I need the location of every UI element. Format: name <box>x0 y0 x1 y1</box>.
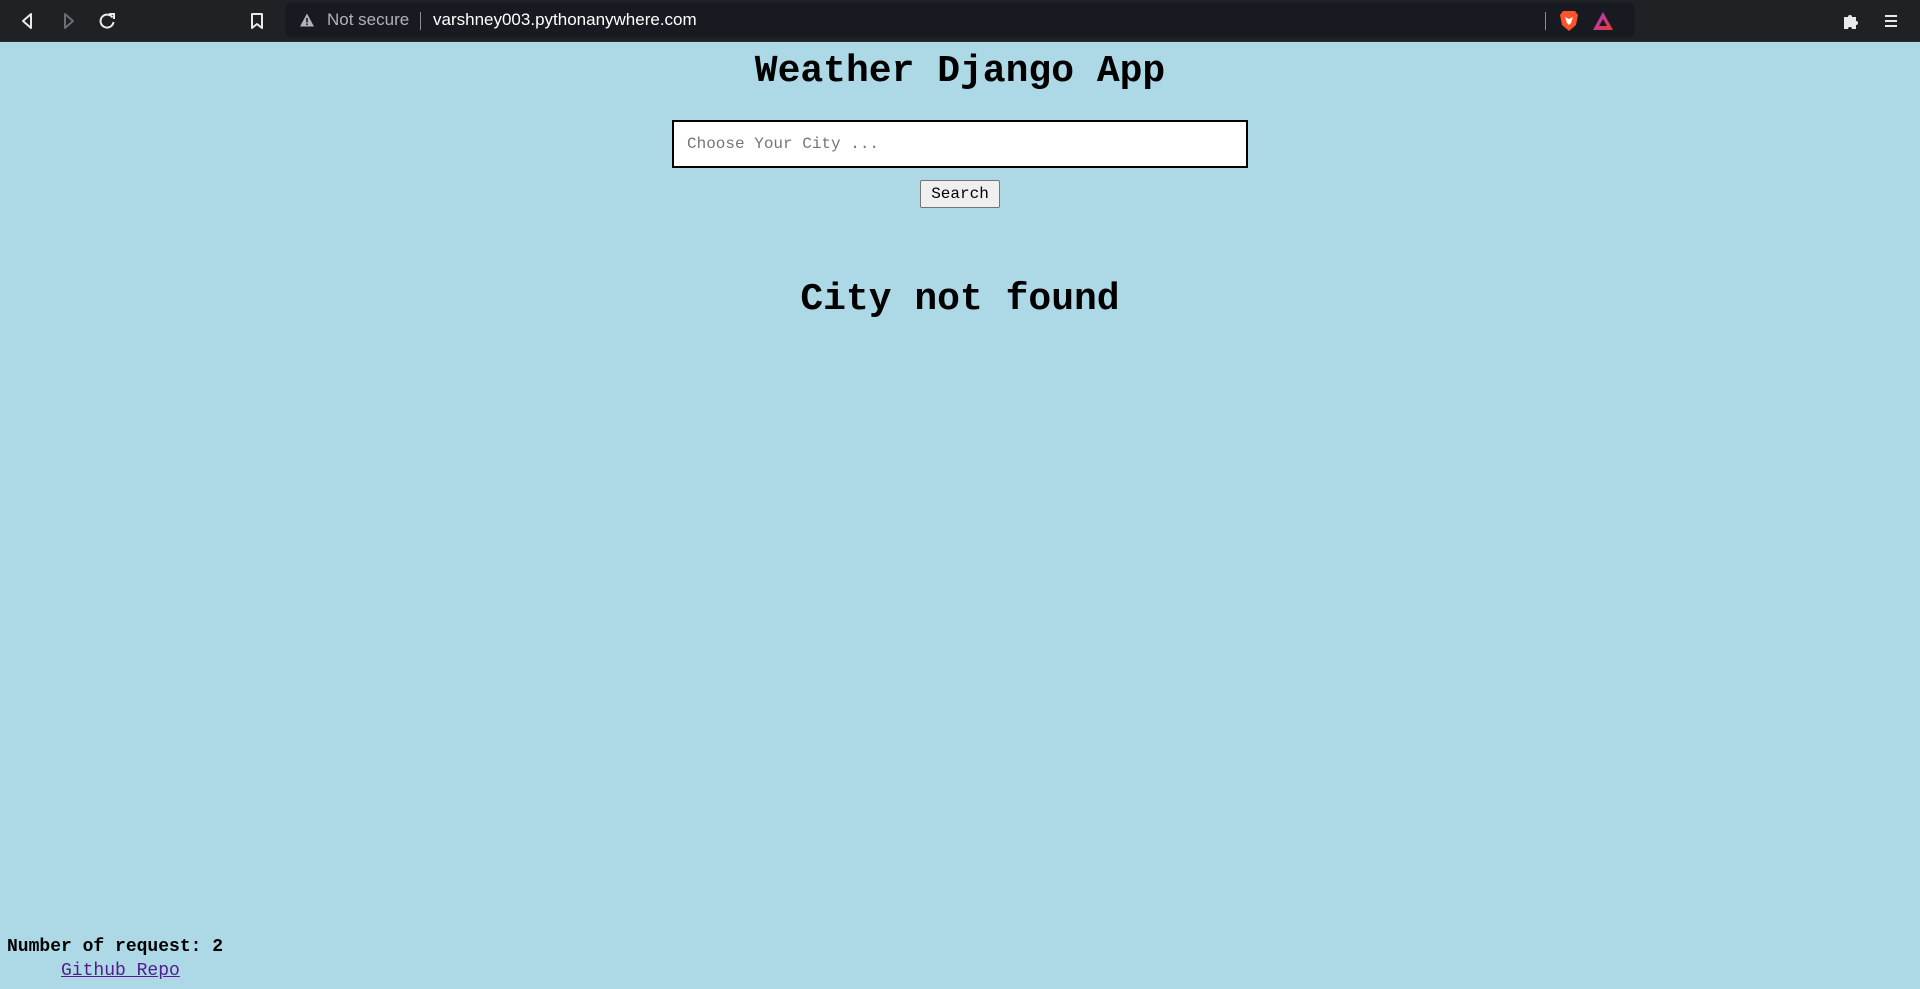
hamburger-icon <box>1885 15 1897 27</box>
brave-shields-icon[interactable] <box>1559 10 1579 32</box>
request-count: Number of request: 2 <box>7 937 224 957</box>
bookmark-icon <box>251 13 263 29</box>
bookmark-button[interactable] <box>243 7 271 35</box>
back-icon <box>22 13 32 29</box>
browser-menu-button[interactable] <box>1878 8 1904 34</box>
address-divider-right <box>1545 12 1546 30</box>
result-message: City not found <box>800 278 1120 321</box>
reload-icon <box>99 13 115 29</box>
city-search-input[interactable] <box>672 120 1248 168</box>
reload-button[interactable] <box>93 7 121 35</box>
github-repo-link[interactable]: Github Repo <box>61 961 180 981</box>
search-button[interactable]: Search <box>920 180 1000 208</box>
forward-icon <box>64 13 74 29</box>
address-divider <box>420 12 421 30</box>
not-secure-label[interactable]: Not secure <box>327 11 409 29</box>
extensions-button[interactable] <box>1838 8 1864 34</box>
address-bar[interactable]: Not secure varshney003.pythonanywhere.co… <box>285 3 1635 37</box>
browser-toolbar: Not secure varshney003.pythonanywhere.co… <box>0 0 1920 42</box>
brave-rewards-icon[interactable] <box>1592 11 1614 31</box>
back-button[interactable] <box>14 7 42 35</box>
page-title: Weather Django App <box>754 50 1166 93</box>
puzzle-icon <box>1844 15 1858 29</box>
warning-icon <box>300 13 314 27</box>
page-content: Weather Django App Search City not found… <box>0 42 1920 989</box>
url-text[interactable]: varshney003.pythonanywhere.com <box>433 11 697 29</box>
forward-button[interactable] <box>54 7 82 35</box>
